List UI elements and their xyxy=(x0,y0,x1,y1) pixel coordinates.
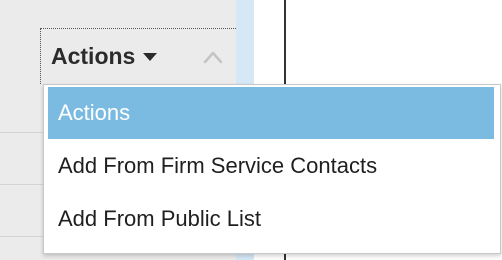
actions-dropdown-button[interactable]: Actions xyxy=(40,28,196,84)
chevron-up-icon[interactable] xyxy=(202,48,224,66)
menu-item-add-from-firm-service-contacts[interactable]: Add From Firm Service Contacts xyxy=(48,140,494,192)
menu-item-label: Add From Public List xyxy=(58,206,261,231)
menu-item-add-from-public-list[interactable]: Add From Public List xyxy=(48,193,494,245)
menu-item-actions[interactable]: Actions xyxy=(48,87,494,139)
menu-item-label: Add From Firm Service Contacts xyxy=(58,153,378,178)
menu-item-label: Actions xyxy=(58,100,131,125)
actions-button-label: Actions xyxy=(51,42,136,69)
caret-down-icon xyxy=(143,53,158,61)
actions-dropdown-menu: Actions Add From Firm Service Contacts A… xyxy=(43,84,501,254)
